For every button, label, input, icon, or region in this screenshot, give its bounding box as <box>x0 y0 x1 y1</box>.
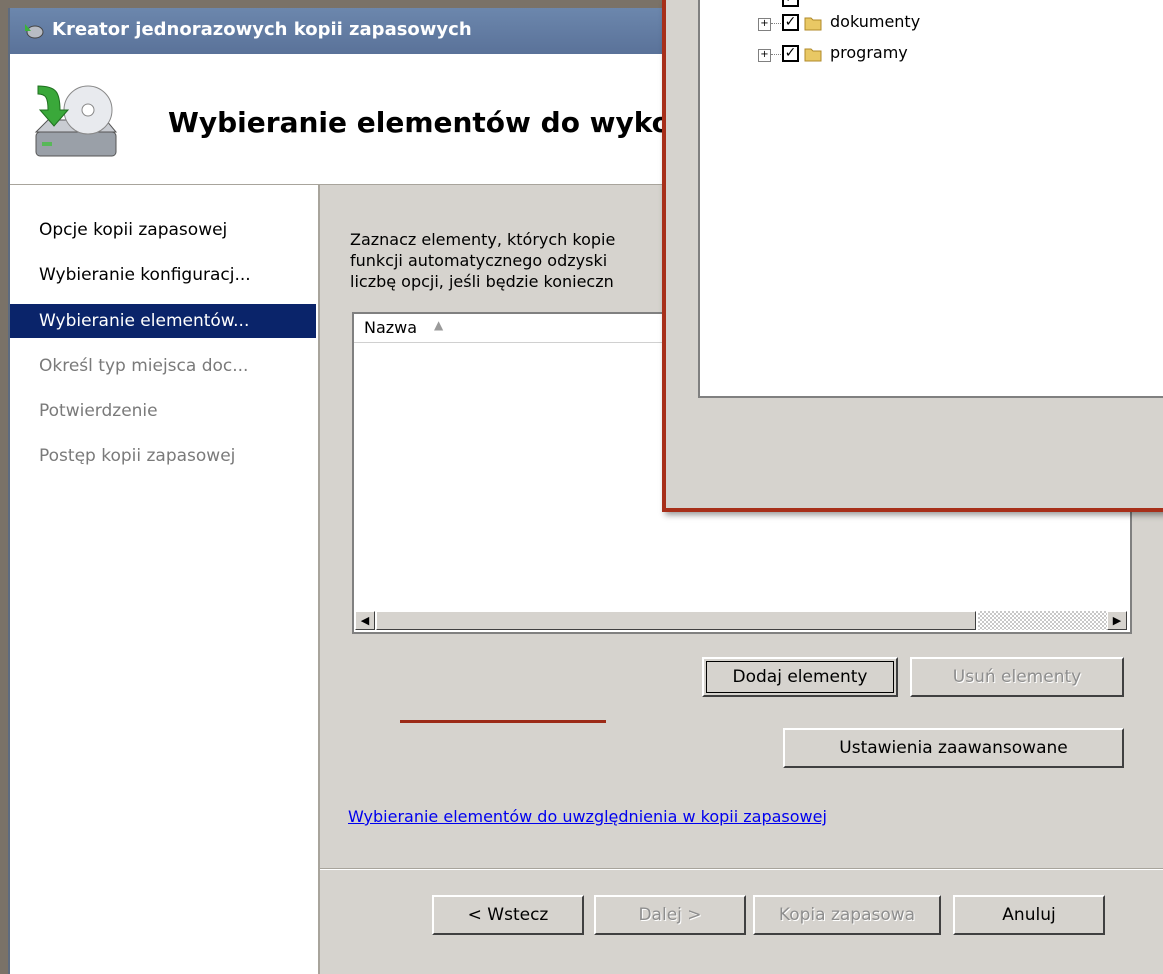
backup-button[interactable]: Kopia zapasowa <box>753 895 941 935</box>
sort-ascending-icon: ▲ <box>434 318 444 332</box>
checkbox-checked-icon[interactable]: ✓ <box>782 14 799 31</box>
step-select-configuration[interactable]: Wybieranie konfiguracj... <box>10 258 316 292</box>
window-title: Kreator jednorazowych kopii zapasowych <box>52 19 472 40</box>
expand-icon[interactable]: + <box>758 18 771 31</box>
horizontal-scrollbar[interactable]: ◀ ▶ <box>354 610 1130 632</box>
footer-separator <box>320 868 1163 870</box>
wizard-steps: Opcje kopii zapasowej Wybieranie konfigu… <box>10 185 320 974</box>
tree-item-label: programy <box>830 43 908 62</box>
tree-connector <box>771 23 781 24</box>
folder-icon <box>804 17 822 31</box>
column-name[interactable]: Nazwa <box>364 318 417 337</box>
items-tree[interactable]: ✓ + ✓ dokumenty + ✓ programy <box>698 0 1163 398</box>
step-select-items[interactable]: Wybieranie elementów... <box>10 304 316 338</box>
remove-items-button[interactable]: Usuń elementy <box>910 657 1124 697</box>
advanced-settings-button[interactable]: Ustawienia zaawansowane <box>783 728 1124 768</box>
select-items-dialog: ✓ + ✓ dokumenty + ✓ programy <box>662 0 1163 512</box>
folder-icon <box>804 48 822 62</box>
add-items-button[interactable]: Dodaj elementy <box>702 657 898 697</box>
step-confirmation: Potwierdzenie <box>39 401 158 421</box>
scroll-right-button[interactable]: ▶ <box>1107 611 1127 630</box>
back-button[interactable]: < Wstecz <box>432 895 584 935</box>
step-progress: Postęp kopii zapasowej <box>39 446 236 466</box>
expand-icon[interactable]: + <box>758 49 771 62</box>
tree-item-label: dokumenty <box>830 12 921 31</box>
scroll-left-button[interactable]: ◀ <box>355 611 375 630</box>
highlight-underline <box>400 720 606 723</box>
checkbox-checked-icon[interactable]: ✓ <box>782 45 799 62</box>
backup-wizard-icon <box>25 24 44 39</box>
scroll-thumb[interactable] <box>376 611 976 630</box>
step-backup-options[interactable]: Opcje kopii zapasowej <box>10 213 316 247</box>
cancel-button[interactable]: Anuluj <box>953 895 1105 935</box>
backup-drive-icon <box>34 85 118 157</box>
checkbox-checked-icon[interactable]: ✓ <box>782 0 799 7</box>
tree-connector <box>771 54 781 55</box>
next-button[interactable]: Dalej > <box>594 895 746 935</box>
step-destination-type: Określ typ miejsca doc... <box>39 356 249 376</box>
help-link[interactable]: Wybieranie elementów do uwzględnienia w … <box>348 807 827 826</box>
scroll-track[interactable] <box>978 611 1108 630</box>
